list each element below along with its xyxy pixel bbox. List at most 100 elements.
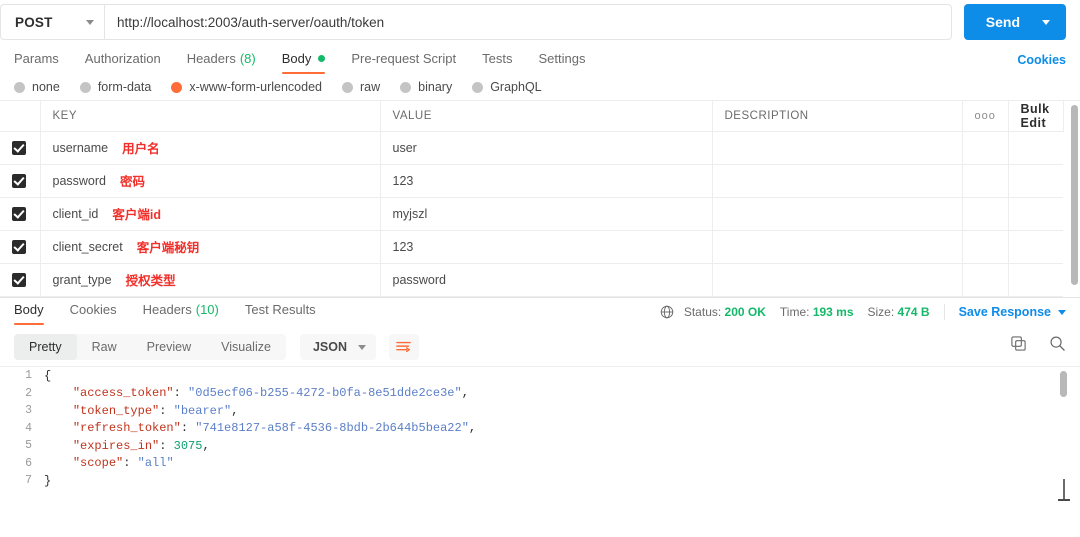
- url-input[interactable]: http://localhost:2003/auth-server/oauth/…: [104, 4, 952, 40]
- row-options-cell[interactable]: [962, 197, 1009, 231]
- description-cell[interactable]: [712, 263, 963, 297]
- response-vertical-scrollbar[interactable]: [1060, 371, 1067, 397]
- key-cell[interactable]: password 密码: [40, 164, 381, 198]
- row-options-cell[interactable]: [962, 263, 1009, 297]
- view-mode-pretty[interactable]: Pretty: [14, 334, 77, 360]
- request-tab-pre-request-script[interactable]: Pre-request Script: [351, 51, 456, 74]
- request-tab-settings[interactable]: Settings: [538, 51, 585, 74]
- view-mode-visualize[interactable]: Visualize: [206, 334, 286, 360]
- bulk-edit-button[interactable]: Bulk Edit: [1008, 101, 1064, 132]
- response-tab-body[interactable]: Body: [14, 302, 44, 325]
- body-modified-indicator-icon: [318, 55, 326, 62]
- send-button[interactable]: Send: [963, 4, 1066, 40]
- description-cell[interactable]: [712, 230, 963, 264]
- table-header-row: KEY VALUE DESCRIPTION ooo Bulk Edit: [0, 101, 1064, 132]
- code-line: 3 "token_type": "bearer",: [0, 402, 1080, 420]
- request-tab-headers[interactable]: Headers (8): [187, 51, 256, 74]
- text-cursor-base: [1058, 499, 1070, 501]
- value-cell[interactable]: password: [380, 263, 713, 297]
- request-tab-body[interactable]: Body: [281, 51, 326, 74]
- response-view-mode-group: Pretty Raw Preview Visualize: [14, 334, 286, 360]
- row-checkbox[interactable]: [12, 173, 26, 188]
- row-checkbox[interactable]: [12, 206, 26, 221]
- table-row[interactable]: client_id 客户端id myjszl: [0, 197, 1063, 231]
- value-cell[interactable]: 123: [380, 164, 713, 198]
- code-token: ,: [202, 438, 210, 453]
- view-mode-raw[interactable]: Raw: [77, 334, 132, 360]
- response-body-viewer[interactable]: 1{2 "access_token": "0d5ecf06-b255-4272-…: [0, 366, 1080, 503]
- chevron-down-icon: [86, 19, 94, 25]
- response-tab-test-results[interactable]: Test Results: [245, 302, 316, 325]
- response-tab-headers[interactable]: Headers (10): [143, 302, 219, 325]
- code-token: :: [173, 386, 189, 401]
- description-cell[interactable]: [712, 197, 963, 231]
- send-options-button[interactable]: [1036, 4, 1066, 40]
- key-annotation: 客户端秘钥: [136, 241, 200, 255]
- response-tabs: Body Cookies Headers (10) Test Results Statu…: [0, 298, 1080, 328]
- http-method-selector[interactable]: POST: [0, 4, 104, 40]
- row-checkbox[interactable]: [12, 140, 26, 155]
- view-mode-preview[interactable]: Preview: [132, 334, 206, 360]
- key-cell[interactable]: grant_type 授权类型: [40, 263, 381, 297]
- row-checkbox[interactable]: [12, 272, 26, 287]
- description-cell[interactable]: [712, 164, 963, 198]
- status-badge: Status: 200 OK: [683, 305, 766, 319]
- request-tab-authorization[interactable]: Authorization: [85, 51, 161, 74]
- tab-label: Test Results: [244, 301, 316, 317]
- code-token: :: [159, 438, 174, 453]
- row-end-cell: [1008, 263, 1063, 297]
- table-row[interactable]: username 用户名 user: [0, 131, 1063, 165]
- code-line: 6 "scope": "all": [0, 455, 1080, 473]
- row-options-cell[interactable]: [962, 131, 1009, 165]
- table-header-value: VALUE: [380, 101, 713, 132]
- description-cell[interactable]: [712, 131, 963, 165]
- radio-icon: [342, 81, 353, 93]
- row-options-cell[interactable]: [962, 230, 1009, 264]
- wrap-lines-button[interactable]: [389, 334, 419, 360]
- response-tab-cookies[interactable]: Cookies: [70, 302, 117, 325]
- value-cell[interactable]: user: [380, 131, 713, 165]
- body-type-raw[interactable]: raw: [342, 80, 380, 94]
- row-options-cell[interactable]: [962, 164, 1009, 198]
- table-row[interactable]: password 密码 123: [0, 164, 1063, 198]
- table-row[interactable]: client_secret 客户端秘钥 123: [0, 230, 1063, 264]
- tab-label: Settings: [538, 51, 586, 66]
- text-cursor: [1063, 479, 1065, 501]
- line-number: 7: [25, 474, 32, 488]
- table-options-button[interactable]: ooo: [962, 101, 1009, 132]
- radio-icon: [400, 81, 412, 93]
- copy-button[interactable]: [1010, 335, 1027, 352]
- tab-label: Body: [281, 51, 312, 66]
- key-cell[interactable]: username 用户名: [40, 131, 381, 165]
- response-format-selector[interactable]: JSON: [299, 334, 376, 360]
- search-button[interactable]: [1049, 335, 1066, 352]
- cookies-link[interactable]: Cookies: [1017, 53, 1066, 67]
- table-vertical-scrollbar[interactable]: [1071, 105, 1078, 285]
- code-token: "bearer": [173, 403, 232, 418]
- row-end-cell: [1008, 131, 1063, 165]
- body-type-binary[interactable]: binary: [400, 80, 452, 94]
- line-content: "scope": "all": [44, 456, 174, 470]
- row-checkbox[interactable]: [12, 239, 26, 254]
- save-response-button[interactable]: Save Response: [959, 305, 1051, 319]
- key-cell[interactable]: client_secret 客户端秘钥: [40, 230, 381, 264]
- table-row[interactable]: grant_type 授权类型 password: [0, 263, 1063, 297]
- body-type-x-www-form-urlencoded[interactable]: x-www-form-urlencoded: [171, 80, 322, 94]
- code-line: 2 "access_token": "0d5ecf06-b255-4272-b0…: [0, 385, 1080, 403]
- request-tab-tests[interactable]: Tests: [482, 51, 512, 74]
- body-type-graphql[interactable]: GraphQL: [472, 80, 542, 94]
- response-actions: [1010, 335, 1066, 352]
- line-number: 1: [25, 369, 32, 383]
- key-cell[interactable]: client_id 客户端id: [40, 197, 381, 231]
- chevron-down-icon[interactable]: [1058, 309, 1066, 315]
- search-icon: [1050, 336, 1065, 351]
- value-cell[interactable]: 123: [380, 230, 713, 264]
- request-tabs: Params Authorization Headers (8) Body Pre-req…: [0, 44, 1080, 74]
- request-tab-params[interactable]: Params: [14, 51, 59, 74]
- body-type-none[interactable]: none: [14, 80, 60, 94]
- body-type-label: none: [32, 80, 60, 94]
- value-cell[interactable]: myjszl: [380, 197, 713, 231]
- body-type-form-data[interactable]: form-data: [79, 80, 151, 94]
